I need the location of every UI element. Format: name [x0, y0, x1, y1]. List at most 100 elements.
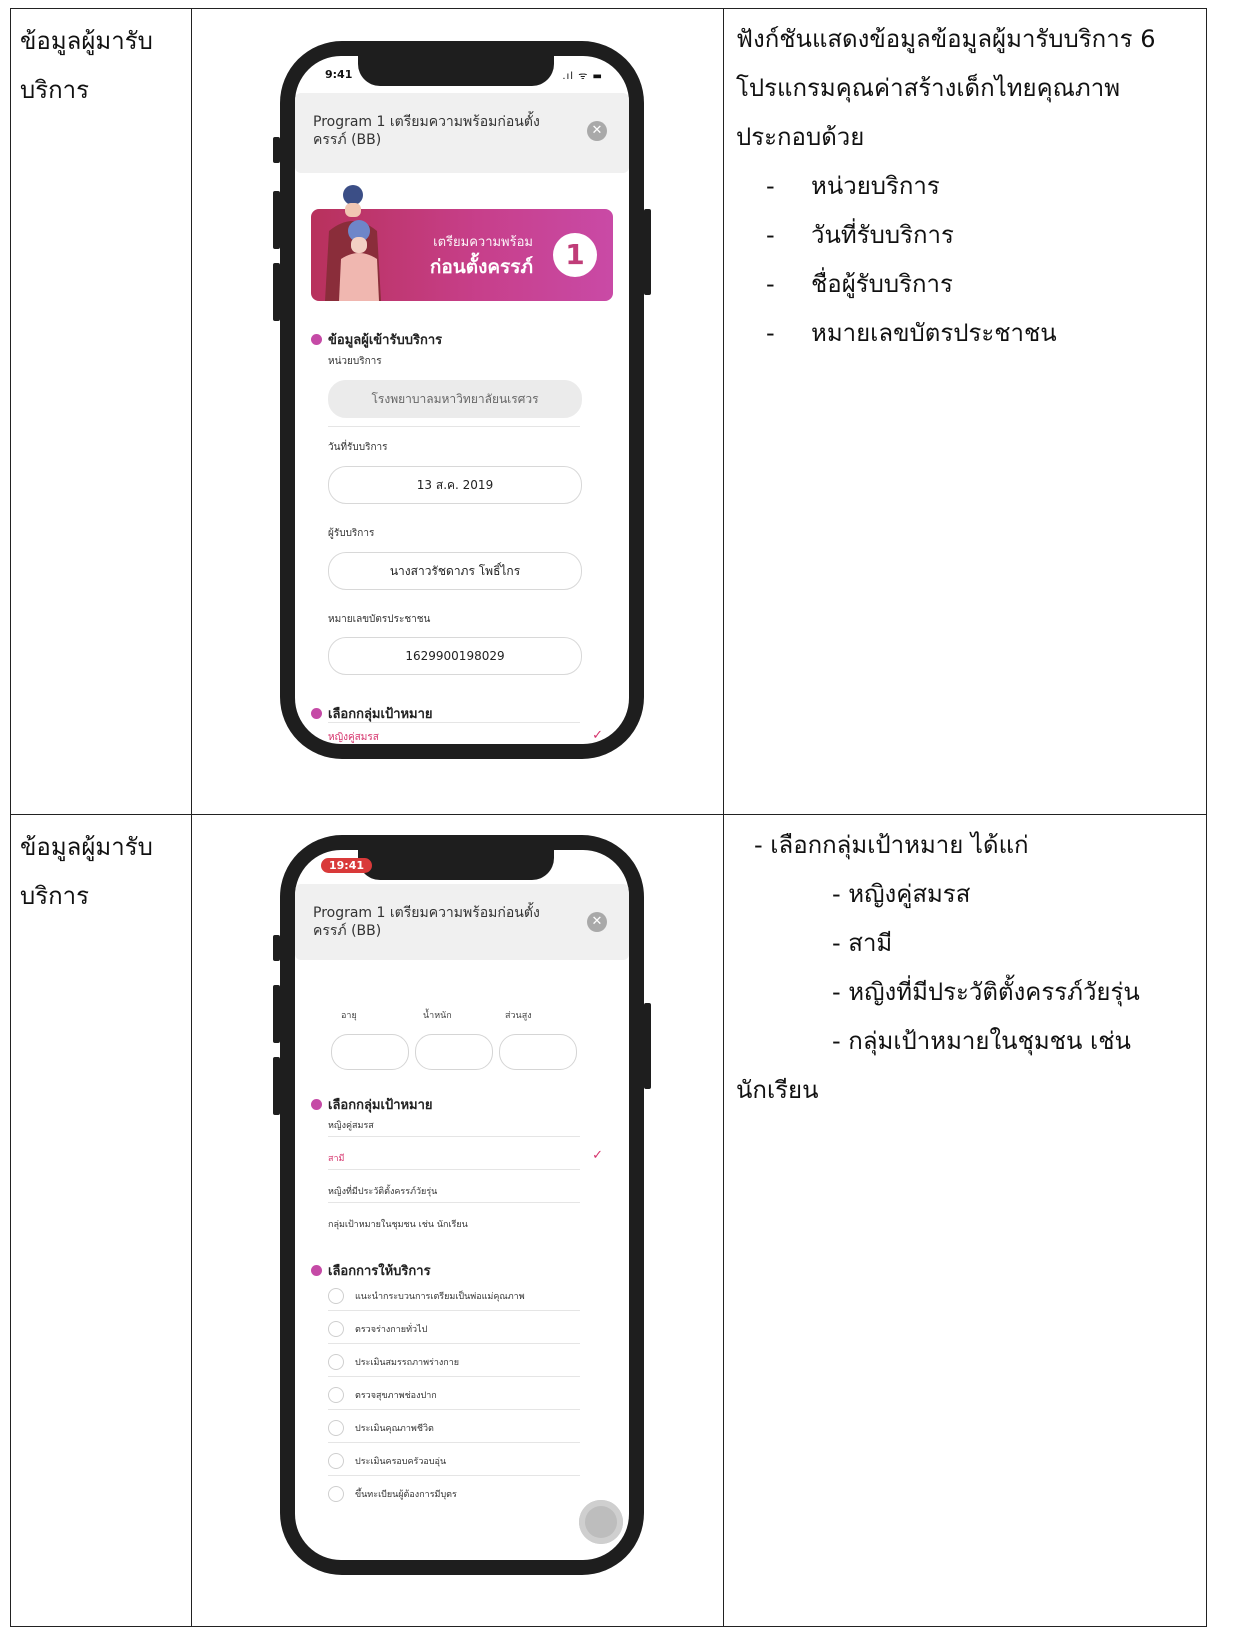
divider — [328, 1169, 580, 1170]
check-icon: ✓ — [592, 728, 603, 743]
row-label-line1: ข้อมูลผู้มารับ — [20, 833, 153, 861]
notch — [358, 850, 554, 880]
height-label: ส่วนสูง — [505, 1011, 532, 1021]
status-icons: .ıl ᯤ ▬ — [562, 71, 603, 82]
app-header: Program 1 เตรียมความพร้อมก่อนตั้งครรภ์ (… — [295, 93, 629, 173]
list-item: - ชื่อผู้รับบริการ — [766, 270, 953, 298]
row-label-line2: บริการ — [20, 882, 90, 910]
phone-screen: 19:41 Program 1 เตรียมความพร้อมก่อนตั้งค… — [295, 850, 629, 1560]
banner-line1: เตรียมความพร้อม — [433, 235, 533, 250]
close-icon[interactable]: ✕ — [587, 912, 607, 932]
radio-button[interactable] — [328, 1354, 344, 1370]
radio-button[interactable] — [328, 1321, 344, 1337]
divider — [328, 1136, 580, 1137]
height-input[interactable] — [499, 1034, 577, 1070]
description-line: โปรแกรมคุณค่าสร้างเด็กไทยคุณภาพ — [736, 74, 1121, 102]
service-option[interactable]: ขึ้นทะเบียนผู้ต้องการมีบุตร — [355, 1487, 457, 1501]
phone-screen: 9:41 .ıl ᯤ ▬ Program 1 เตรียมความพร้อมก่… — [295, 56, 629, 744]
id-field[interactable]: 1629900198029 — [328, 637, 582, 675]
age-label: อายุ — [341, 1011, 357, 1021]
divider — [328, 1376, 580, 1377]
radio-button[interactable] — [328, 1486, 344, 1502]
floating-action-button[interactable] — [579, 1500, 623, 1544]
divider — [328, 722, 580, 723]
status-time: 19:41 — [321, 858, 373, 873]
divider — [328, 1343, 580, 1344]
description-line: นักเรียน — [736, 1076, 819, 1104]
weight-input[interactable] — [415, 1034, 493, 1070]
banner-line2: ก่อนตั้งครรภ์ — [429, 256, 533, 278]
description-cell: ฟังก์ชันแสดงข้อมูลข้อมูลผู้มารับบริการ 6… — [723, 8, 1207, 815]
radio-button[interactable] — [328, 1453, 344, 1469]
radio-button[interactable] — [328, 1420, 344, 1436]
bullet-dot-icon — [311, 708, 322, 719]
list-item: - สามี — [832, 929, 893, 957]
phone-mockup: 9:41 .ıl ᯤ ▬ Program 1 เตรียมความพร้อมก่… — [273, 41, 651, 759]
row-label-cell: ข้อมูลผู้มารับ บริการ — [10, 8, 192, 815]
divider — [328, 426, 580, 427]
page-title: Program 1 เตรียมความพร้อมก่อนตั้งครรภ์ (… — [313, 114, 540, 148]
divider — [328, 1475, 580, 1476]
section-title-text: เลือกกลุ่มเป้าหมาย — [328, 1098, 433, 1113]
close-icon[interactable]: ✕ — [587, 121, 607, 141]
list-item: - หมายเลขบัตรประชาชน — [766, 319, 1057, 347]
date-label: วันที่รับบริการ — [328, 442, 388, 453]
description-cell: - เลือกกลุ่มเป้าหมาย ได้แก่ - หญิงคู่สมร… — [723, 814, 1207, 1627]
service-option[interactable]: ตรวจสุขภาพช่องปาก — [355, 1388, 437, 1402]
id-label: หมายเลขบัตรประชาชน — [328, 614, 431, 625]
table-row: ข้อมูลผู้มารับ บริการ 19:41 Program 1 เต… — [10, 814, 1207, 1627]
target-option[interactable]: หญิงที่มีประวัติตั้งครรภ์วัยรุ่น — [328, 1184, 437, 1198]
couple-illustration-icon — [325, 185, 381, 301]
row-label-line1: ข้อมูลผู้มารับ — [20, 27, 153, 55]
screenshot-cell: 19:41 Program 1 เตรียมความพร้อมก่อนตั้งค… — [191, 814, 724, 1627]
service-option[interactable]: ประเมินคุณภาพชีวิต — [355, 1421, 434, 1435]
status-time: 9:41 — [325, 68, 353, 81]
section-title-text: เลือกการให้บริการ — [328, 1264, 431, 1279]
list-item: - หญิงคู่สมรส — [832, 880, 971, 908]
divider — [328, 1409, 580, 1410]
section-title-text: ข้อมูลผู้เข้ารับบริการ — [328, 333, 443, 348]
page-title: Program 1 เตรียมความพร้อมก่อนตั้งครรภ์ (… — [313, 905, 540, 939]
list-item: - วันที่รับบริการ — [766, 221, 954, 249]
list-item: - หน่วยบริการ — [766, 172, 940, 200]
service-option[interactable]: ประเมินสมรรถภาพร่างกาย — [355, 1355, 459, 1369]
list-item: - หญิงที่มีประวัติตั้งครรภ์วัยรุ่น — [832, 978, 1140, 1006]
bullet-dot-icon — [311, 1265, 322, 1276]
list-item: - กลุ่มเป้าหมายในชุมชน เช่น — [832, 1027, 1131, 1055]
description-block: - เลือกกลุ่มเป้าหมาย ได้แก่ - หญิงคู่สมร… — [736, 821, 1198, 1115]
age-input[interactable] — [331, 1034, 409, 1070]
unit-field: โรงพยาบาลมหาวิทยาลัยนเรศวร — [328, 380, 582, 418]
row-label-line2: บริการ — [20, 76, 90, 104]
date-field[interactable]: 13 ส.ค. 2019 — [328, 466, 582, 504]
phone-mockup: 19:41 Program 1 เตรียมความพร้อมก่อนตั้งค… — [273, 835, 651, 1575]
check-icon: ✓ — [592, 1148, 603, 1163]
description-line: - เลือกกลุ่มเป้าหมาย ได้แก่ — [754, 831, 1029, 859]
target-option[interactable]: กลุ่มเป้าหมายในชุมชน เช่น นักเรียน — [328, 1217, 468, 1231]
client-label: ผู้รับบริการ — [328, 528, 375, 539]
banner-text: เตรียมความพร้อม ก่อนตั้งครรภ์ — [430, 231, 533, 282]
target-option-selected[interactable]: สามี — [328, 1151, 344, 1165]
program-number-badge: 1 — [553, 233, 597, 277]
bullet-dot-icon — [311, 334, 322, 345]
divider — [328, 1442, 580, 1443]
unit-label: หน่วยบริการ — [328, 356, 382, 367]
client-field[interactable]: นางสาวรัชดาภร โพธิ์ไกร — [328, 552, 582, 590]
table-row: ข้อมูลผู้มารับ บริการ 9:41 .ıl ᯤ ▬ Progr… — [10, 8, 1207, 815]
radio-button[interactable] — [328, 1387, 344, 1403]
section-title-target: เลือกกลุ่มเป้าหมาย — [311, 703, 433, 724]
section-title-service: เลือกการให้บริการ — [311, 1260, 431, 1281]
notch — [358, 56, 554, 86]
row-label-cell: ข้อมูลผู้มารับ บริการ — [10, 814, 192, 1627]
screenshot-cell: 9:41 .ıl ᯤ ▬ Program 1 เตรียมความพร้อมก่… — [191, 8, 724, 815]
description-line: ฟังก์ชันแสดงข้อมูลข้อมูลผู้มารับบริการ 6 — [736, 25, 1156, 53]
service-option[interactable]: ประเมินครอบครัวอบอุ่น — [355, 1454, 446, 1468]
radio-button[interactable] — [328, 1288, 344, 1304]
document-table: ข้อมูลผู้มารับ บริการ 9:41 .ıl ᯤ ▬ Progr… — [10, 8, 1207, 1627]
bullet-list: - หน่วยบริการ - วันที่รับบริการ - ชื่อผู้รั… — [736, 162, 1198, 358]
app-header: Program 1 เตรียมความพร้อมก่อนตั้งครรภ์ (… — [295, 884, 629, 960]
service-option[interactable]: ตรวจร่างกายทั่วไป — [355, 1322, 427, 1336]
service-option[interactable]: แนะนำกระบวนการเตรียมเป็นพ่อแม่คุณภาพ — [355, 1289, 525, 1303]
target-option-selected[interactable]: หญิงคู่สมรส — [328, 730, 379, 744]
target-option[interactable]: หญิงคู่สมรส — [328, 1118, 374, 1132]
section-title-target: เลือกกลุ่มเป้าหมาย — [311, 1094, 433, 1115]
